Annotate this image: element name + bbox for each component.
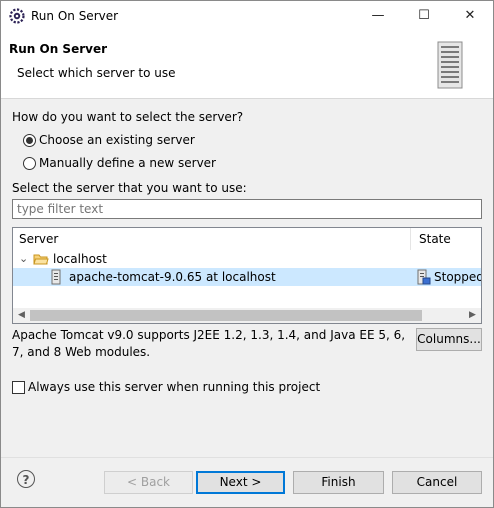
- scroll-right-icon[interactable]: ▶: [464, 308, 481, 323]
- stopped-state-icon: [417, 269, 431, 290]
- manual-server-radio[interactable]: [23, 157, 36, 170]
- eclipse-gear-icon: [9, 8, 25, 24]
- horizontal-scrollbar[interactable]: ◀ ▶: [13, 308, 481, 323]
- server-tower-icon: [437, 41, 463, 89]
- wizard-header: Run On Server Select which server to use: [1, 31, 493, 99]
- page-subtitle: Select which server to use: [17, 66, 176, 80]
- column-header-state[interactable]: State: [413, 228, 451, 250]
- always-use-checkbox[interactable]: [12, 381, 25, 394]
- server-list-prompt: Select the server that you want to use:: [12, 181, 247, 195]
- column-header-server[interactable]: Server: [13, 228, 411, 250]
- selection-question: How do you want to select the server?: [12, 110, 244, 124]
- always-use-label[interactable]: Always use this server when running this…: [28, 380, 320, 394]
- folder-label: localhost: [53, 252, 107, 266]
- cancel-button[interactable]: Cancel: [392, 471, 482, 494]
- existing-server-label[interactable]: Choose an existing server: [39, 133, 195, 147]
- window-title: Run On Server: [31, 9, 119, 23]
- columns-button[interactable]: Columns...: [416, 328, 482, 351]
- filter-field[interactable]: [12, 199, 482, 219]
- tree-row-localhost[interactable]: ⌄ localhost: [13, 250, 481, 268]
- help-icon[interactable]: ?: [17, 470, 35, 488]
- scrollbar-thumb[interactable]: [30, 310, 422, 321]
- next-button[interactable]: Next >: [196, 471, 285, 494]
- manual-server-label[interactable]: Manually define a new server: [39, 156, 216, 170]
- server-tree[interactable]: Server State ⌄ localhost apache-tomcat-9…: [12, 227, 482, 324]
- title-bar[interactable]: Run On Server — ☐ ✕: [1, 1, 493, 31]
- scroll-left-icon[interactable]: ◀: [13, 308, 30, 323]
- minimize-button[interactable]: —: [355, 1, 401, 31]
- tree-row-server[interactable]: apache-tomcat-9.0.65 at localhost Stoppe…: [13, 268, 481, 286]
- tomcat-server-icon: [51, 269, 61, 290]
- chevron-down-icon[interactable]: ⌄: [19, 250, 28, 268]
- footer-separator: [1, 457, 493, 458]
- close-button[interactable]: ✕: [447, 1, 493, 31]
- server-name: apache-tomcat-9.0.65 at localhost: [69, 270, 276, 284]
- page-title: Run On Server: [9, 42, 108, 56]
- run-on-server-dialog: Run On Server — ☐ ✕ Run On Server Select…: [0, 0, 494, 508]
- server-description: Apache Tomcat v9.0 supports J2EE 1.2, 1.…: [12, 328, 406, 359]
- existing-server-radio[interactable]: [23, 134, 36, 147]
- maximize-button[interactable]: ☐: [401, 1, 447, 31]
- server-state: Stopped: [434, 270, 482, 284]
- filter-input[interactable]: [13, 200, 481, 218]
- back-button[interactable]: < Back: [104, 471, 193, 494]
- finish-button[interactable]: Finish: [293, 471, 384, 494]
